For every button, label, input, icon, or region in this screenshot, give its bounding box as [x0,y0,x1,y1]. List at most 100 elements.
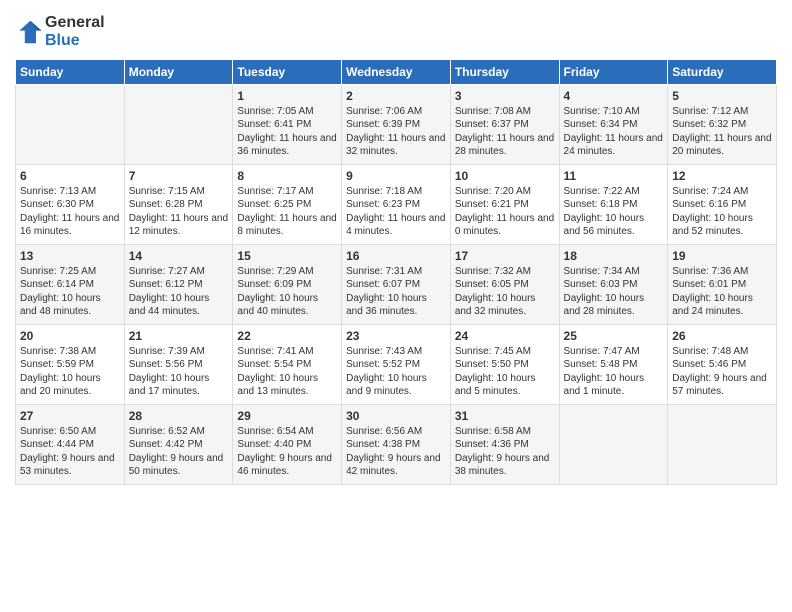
calendar-cell [668,404,777,484]
day-detail: Sunrise: 7:06 AM Sunset: 6:39 PM Dayligh… [346,105,446,159]
calendar-table: SundayMondayTuesdayWednesdayThursdayFrid… [15,59,777,485]
calendar-cell: 10 Sunrise: 7:20 AM Sunset: 6:21 PM Dayli… [450,164,559,244]
day-number: 28 [129,409,229,423]
day-detail: Sunrise: 7:45 AM Sunset: 5:50 PM Dayligh… [455,345,555,399]
day-number: 8 [237,169,337,183]
day-detail: Sunrise: 7:15 AM Sunset: 6:28 PM Dayligh… [129,185,229,239]
day-detail: Sunrise: 7:41 AM Sunset: 5:54 PM Dayligh… [237,345,337,399]
day-detail: Sunrise: 7:34 AM Sunset: 6:03 PM Dayligh… [564,265,664,319]
day-number: 15 [237,249,337,263]
weekday-header-friday: Friday [559,59,668,84]
calendar-cell: 1 Sunrise: 7:05 AM Sunset: 6:41 PM Daylig… [233,84,342,164]
day-number: 19 [672,249,772,263]
day-number: 27 [20,409,120,423]
day-detail: Sunrise: 7:05 AM Sunset: 6:41 PM Dayligh… [237,105,337,159]
week-row-2: 13Sunrise: 7:25 AM Sunset: 6:14 PM Dayli… [16,244,777,324]
calendar-cell: 25Sunrise: 7:47 AM Sunset: 5:48 PM Dayli… [559,324,668,404]
calendar-cell: 16 Sunrise: 7:31 AM Sunset: 6:07 PM Dayli… [342,244,451,324]
weekday-header-row: SundayMondayTuesdayWednesdayThursdayFrid… [16,59,777,84]
calendar-cell: 9Sunrise: 7:18 AM Sunset: 6:23 PM Daylig… [342,164,451,244]
calendar-cell: 15Sunrise: 7:29 AM Sunset: 6:09 PM Dayli… [233,244,342,324]
day-detail: Sunrise: 7:18 AM Sunset: 6:23 PM Dayligh… [346,185,446,239]
day-detail: Sunrise: 7:27 AM Sunset: 6:12 PM Dayligh… [129,265,229,319]
day-number: 18 [564,249,664,263]
weekday-header-sunday: Sunday [16,59,125,84]
logo-text: General Blue [45,14,105,51]
day-number: 29 [237,409,337,423]
week-row-1: 6 Sunrise: 7:13 AM Sunset: 6:30 PM Daylig… [16,164,777,244]
logo-icon [15,18,43,46]
calendar-cell: 11 Sunrise: 7:22 AM Sunset: 6:18 PM Dayli… [559,164,668,244]
day-number: 30 [346,409,446,423]
day-number: 3 [455,89,555,103]
week-row-0: 1 Sunrise: 7:05 AM Sunset: 6:41 PM Daylig… [16,84,777,164]
day-detail: Sunrise: 7:32 AM Sunset: 6:05 PM Dayligh… [455,265,555,319]
calendar-cell: 12 Sunrise: 7:24 AM Sunset: 6:16 PM Dayli… [668,164,777,244]
day-number: 7 [129,169,229,183]
calendar-cell: 14 Sunrise: 7:27 AM Sunset: 6:12 PM Dayli… [124,244,233,324]
calendar-cell: 20 Sunrise: 7:38 AM Sunset: 5:59 PM Dayli… [16,324,125,404]
day-detail: Sunrise: 7:17 AM Sunset: 6:25 PM Dayligh… [237,185,337,239]
weekday-header-wednesday: Wednesday [342,59,451,84]
calendar-cell: 31 Sunrise: 6:58 AM Sunset: 4:36 PM Dayli… [450,404,559,484]
day-number: 6 [20,169,120,183]
day-detail: Sunrise: 6:54 AM Sunset: 4:40 PM Dayligh… [237,425,337,479]
day-number: 1 [237,89,337,103]
weekday-header-tuesday: Tuesday [233,59,342,84]
day-detail: Sunrise: 7:20 AM Sunset: 6:21 PM Dayligh… [455,185,555,239]
day-number: 23 [346,329,446,343]
day-detail: Sunrise: 7:31 AM Sunset: 6:07 PM Dayligh… [346,265,446,319]
day-detail: Sunrise: 7:47 AM Sunset: 5:48 PM Dayligh… [564,345,664,399]
day-number: 17 [455,249,555,263]
day-number: 13 [20,249,120,263]
day-number: 14 [129,249,229,263]
calendar-cell: 5 Sunrise: 7:12 AM Sunset: 6:32 PM Daylig… [668,84,777,164]
day-detail: Sunrise: 7:12 AM Sunset: 6:32 PM Dayligh… [672,105,772,159]
day-number: 31 [455,409,555,423]
calendar-cell: 3Sunrise: 7:08 AM Sunset: 6:37 PM Daylig… [450,84,559,164]
calendar-cell: 2 Sunrise: 7:06 AM Sunset: 6:39 PM Daylig… [342,84,451,164]
calendar-cell: 19 Sunrise: 7:36 AM Sunset: 6:01 PM Dayli… [668,244,777,324]
calendar-cell: 23 Sunrise: 7:43 AM Sunset: 5:52 PM Dayli… [342,324,451,404]
logo: General Blue [15,14,105,51]
day-number: 12 [672,169,772,183]
calendar-cell: 13Sunrise: 7:25 AM Sunset: 6:14 PM Dayli… [16,244,125,324]
day-detail: Sunrise: 6:50 AM Sunset: 4:44 PM Dayligh… [20,425,120,479]
calendar-cell [16,84,125,164]
day-number: 22 [237,329,337,343]
calendar-cell [559,404,668,484]
day-detail: Sunrise: 7:43 AM Sunset: 5:52 PM Dayligh… [346,345,446,399]
calendar-cell: 7 Sunrise: 7:15 AM Sunset: 6:28 PM Daylig… [124,164,233,244]
day-number: 11 [564,169,664,183]
calendar-cell: 17 Sunrise: 7:32 AM Sunset: 6:05 PM Dayli… [450,244,559,324]
day-detail: Sunrise: 7:13 AM Sunset: 6:30 PM Dayligh… [20,185,120,239]
day-number: 5 [672,89,772,103]
calendar-cell: 8 Sunrise: 7:17 AM Sunset: 6:25 PM Daylig… [233,164,342,244]
calendar-cell: 4Sunrise: 7:10 AM Sunset: 6:34 PM Daylig… [559,84,668,164]
day-number: 24 [455,329,555,343]
day-detail: Sunrise: 7:22 AM Sunset: 6:18 PM Dayligh… [564,185,664,239]
day-number: 2 [346,89,446,103]
day-number: 26 [672,329,772,343]
week-row-4: 27 Sunrise: 6:50 AM Sunset: 4:44 PM Dayli… [16,404,777,484]
day-number: 21 [129,329,229,343]
day-detail: Sunrise: 7:36 AM Sunset: 6:01 PM Dayligh… [672,265,772,319]
calendar-cell [124,84,233,164]
day-detail: Sunrise: 7:10 AM Sunset: 6:34 PM Dayligh… [564,105,664,159]
calendar-cell: 22 Sunrise: 7:41 AM Sunset: 5:54 PM Dayli… [233,324,342,404]
calendar-container: General Blue SundayMondayTuesdayWednesda… [0,0,792,612]
day-number: 20 [20,329,120,343]
logo-general: General [45,14,105,31]
day-number: 16 [346,249,446,263]
day-detail: Sunrise: 6:58 AM Sunset: 4:36 PM Dayligh… [455,425,555,479]
day-detail: Sunrise: 7:24 AM Sunset: 6:16 PM Dayligh… [672,185,772,239]
week-row-3: 20 Sunrise: 7:38 AM Sunset: 5:59 PM Dayli… [16,324,777,404]
weekday-header-monday: Monday [124,59,233,84]
calendar-cell: 21Sunrise: 7:39 AM Sunset: 5:56 PM Dayli… [124,324,233,404]
day-number: 10 [455,169,555,183]
calendar-cell: 26Sunrise: 7:48 AM Sunset: 5:46 PM Dayli… [668,324,777,404]
day-detail: Sunrise: 7:38 AM Sunset: 5:59 PM Dayligh… [20,345,120,399]
calendar-cell: 28Sunrise: 6:52 AM Sunset: 4:42 PM Dayli… [124,404,233,484]
calendar-cell: 6 Sunrise: 7:13 AM Sunset: 6:30 PM Daylig… [16,164,125,244]
day-detail: Sunrise: 6:56 AM Sunset: 4:38 PM Dayligh… [346,425,446,479]
